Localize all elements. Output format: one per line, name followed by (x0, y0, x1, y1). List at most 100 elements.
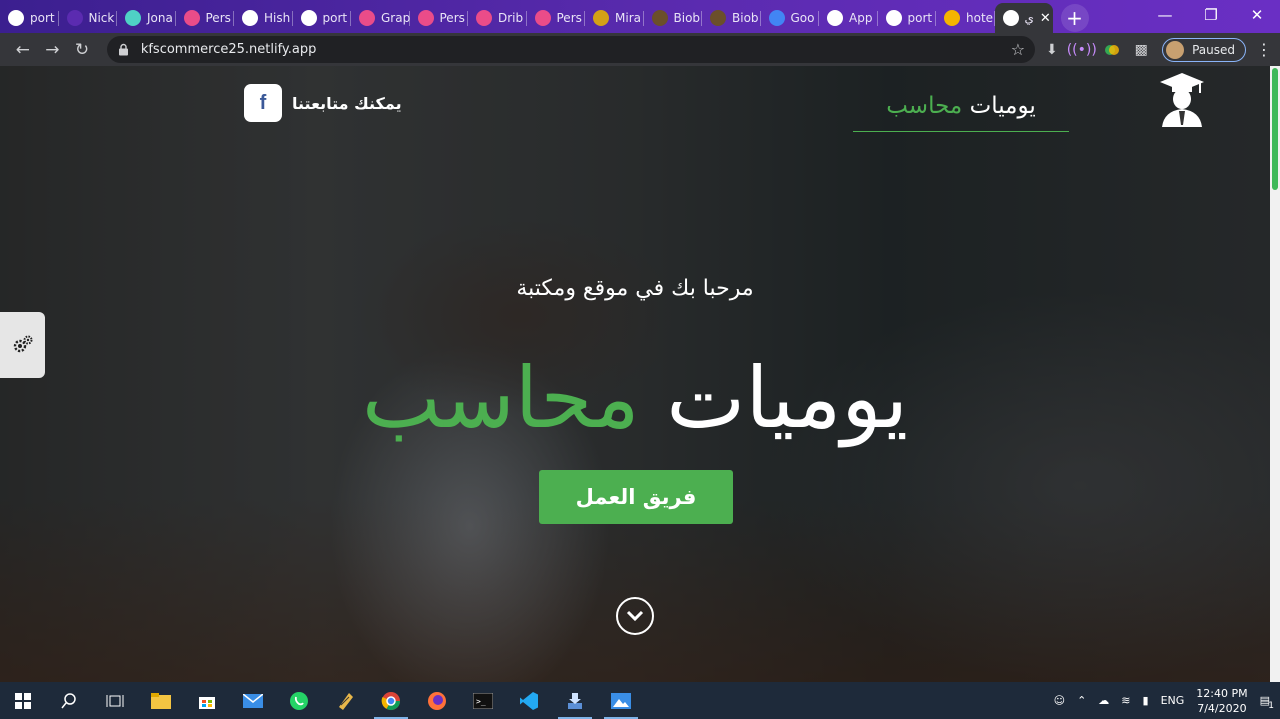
photos-icon[interactable] (598, 682, 644, 719)
tab-label: Mira (615, 11, 641, 25)
bookmark-star-icon[interactable]: ☆ (1011, 40, 1025, 59)
browser-tab[interactable]: Nick (59, 3, 118, 33)
tab-label: Nick (88, 11, 115, 25)
extension-download-icon[interactable]: ⬇ (1039, 37, 1065, 63)
generic-favicon-icon (66, 10, 83, 26)
browser-tab[interactable]: port (293, 3, 352, 33)
new-tab-button[interactable]: + (1060, 4, 1089, 32)
notification-count: 1 (1268, 701, 1274, 711)
tab-label: Pers (205, 11, 231, 25)
language-indicator[interactable]: ENG (1161, 694, 1185, 707)
onedrive-icon[interactable]: ☁ (1098, 694, 1109, 707)
brand-plain: يوميات (969, 93, 1036, 119)
mail-icon[interactable] (230, 682, 276, 719)
browser-tab[interactable]: Pers (176, 3, 235, 33)
hero-section: يوميات محاسب f يمكنك متابعتنا مرحبا بك ف… (0, 66, 1270, 682)
team-button[interactable]: فريق العمل (539, 470, 733, 524)
browser-toolbar: ← → ↻ kfscommerce25.netlify.app ☆ ⬇ ((•)… (0, 33, 1280, 66)
battery-icon[interactable]: ▮ (1143, 694, 1149, 707)
extensions-puzzle-icon[interactable]: ▩ (1128, 37, 1154, 63)
minimize-icon[interactable]: — (1142, 0, 1188, 30)
browser-tab[interactable]: Drib (468, 3, 527, 33)
reload-icon[interactable]: ↻ (67, 35, 97, 65)
vscode-icon[interactable] (506, 682, 552, 719)
dribbble-icon (476, 10, 492, 26)
scroll-down-button[interactable] (616, 597, 654, 635)
sticky-app-icon[interactable] (322, 682, 368, 719)
download-manager-icon[interactable] (552, 682, 598, 719)
globe-icon (885, 10, 902, 26)
browser-tab[interactable]: Pers (527, 3, 586, 33)
clock-date: 7/4/2020 (1197, 701, 1247, 715)
globe-icon (827, 10, 843, 26)
avatar (1166, 40, 1185, 59)
extension-colorful-icon[interactable] (1099, 37, 1125, 63)
whatsapp-icon[interactable] (276, 682, 322, 719)
browser-tab[interactable]: hote (936, 3, 995, 33)
browser-tab[interactable]: Hish (234, 3, 293, 33)
close-tab-icon[interactable]: ✕ (1040, 11, 1051, 26)
gears-icon (13, 335, 32, 353)
clock[interactable]: 12:40 PM 7/4/2020 (1196, 686, 1247, 716)
tab-label: ي (1024, 11, 1034, 25)
forward-icon[interactable]: → (38, 35, 68, 65)
tab-label: Biob (732, 11, 759, 25)
dribbble-icon (183, 10, 200, 26)
browser-tab[interactable]: port (0, 3, 59, 33)
follow-us: f يمكنك متابعتنا (244, 84, 402, 122)
extension-cast-icon[interactable]: ((•)) (1067, 37, 1097, 63)
tab-label: Pers (439, 11, 465, 25)
address-bar[interactable]: kfscommerce25.netlify.app ☆ (106, 36, 1036, 63)
browser-tab[interactable]: Biob (644, 3, 703, 33)
browser-tab[interactable]: Mira (585, 3, 644, 33)
dribbble-icon (417, 10, 434, 26)
browser-tab[interactable]: App (819, 3, 878, 33)
tab-label: Goo (790, 11, 815, 25)
browser-tab[interactable]: Jona (117, 3, 176, 33)
firefox-icon[interactable] (414, 682, 460, 719)
browser-tab[interactable]: Goo (761, 3, 820, 33)
tab-label: Biob (673, 11, 701, 25)
browser-tab[interactable]: Biob (702, 3, 761, 33)
url-text: kfscommerce25.netlify.app (140, 42, 317, 57)
store-icon[interactable] (184, 682, 230, 719)
show-hidden-icons-icon[interactable]: ⌃ (1077, 694, 1086, 707)
restore-icon[interactable]: ❐ (1188, 0, 1234, 30)
facebook-icon[interactable]: f (244, 84, 282, 122)
windows-taskbar: >_ ☺ ⌃ ☁ ≋ ▮ ENG 12:40 PM 7/4/2020 ▤ 1 (0, 682, 1280, 719)
file-explorer-icon[interactable] (138, 682, 184, 719)
wifi-icon[interactable]: ≋ (1121, 694, 1130, 707)
people-icon[interactable]: ☺ (1054, 694, 1065, 707)
browser-tab[interactable]: ي ✕ (994, 3, 1053, 33)
browser-tab[interactable]: port (878, 3, 937, 33)
scrollbar-thumb[interactable] (1272, 68, 1278, 190)
tab-label: port (907, 11, 933, 25)
browser-tab-strip: port Nick Jona Pers Hish port Grap Pers Drib Pers… (0, 0, 1280, 33)
chrome-icon[interactable] (368, 682, 414, 719)
browser-tab[interactable]: Grap (351, 3, 410, 33)
google-translate-icon (768, 10, 785, 26)
close-window-icon[interactable]: ✕ (1234, 0, 1280, 30)
notification-center-icon[interactable]: ▤ 1 (1260, 694, 1274, 711)
windows-start-icon[interactable] (0, 682, 46, 719)
tab-label: port (30, 11, 55, 25)
site-favicon-icon (1002, 10, 1019, 26)
follow-text: يمكنك متابعتنا (292, 93, 402, 113)
terminal-icon[interactable]: >_ (460, 682, 506, 719)
tab-label: hote (966, 11, 994, 25)
page-scrollbar[interactable] (1270, 66, 1280, 682)
profile-button[interactable]: Paused (1162, 37, 1246, 62)
brand-logo-text[interactable]: يوميات محاسب (853, 88, 1069, 132)
browser-tab[interactable]: Pers (410, 3, 469, 33)
graduate-logo-icon[interactable] (1158, 71, 1206, 127)
browser-menu-icon[interactable]: ⋮ (1256, 40, 1272, 59)
task-view-icon[interactable] (92, 682, 138, 719)
search-icon[interactable] (46, 682, 92, 719)
google-icon (300, 10, 317, 26)
book-icon (710, 10, 726, 26)
back-icon[interactable]: ← (8, 35, 38, 65)
tab-list: port Nick Jona Pers Hish port Grap Pers Drib Pers… (0, 3, 1053, 33)
settings-gear-button[interactable] (0, 312, 45, 378)
welcome-subtitle: مرحبا بك في موقع ومكتبة (516, 276, 754, 301)
hero-title: يوميات محاسب (0, 348, 1270, 448)
